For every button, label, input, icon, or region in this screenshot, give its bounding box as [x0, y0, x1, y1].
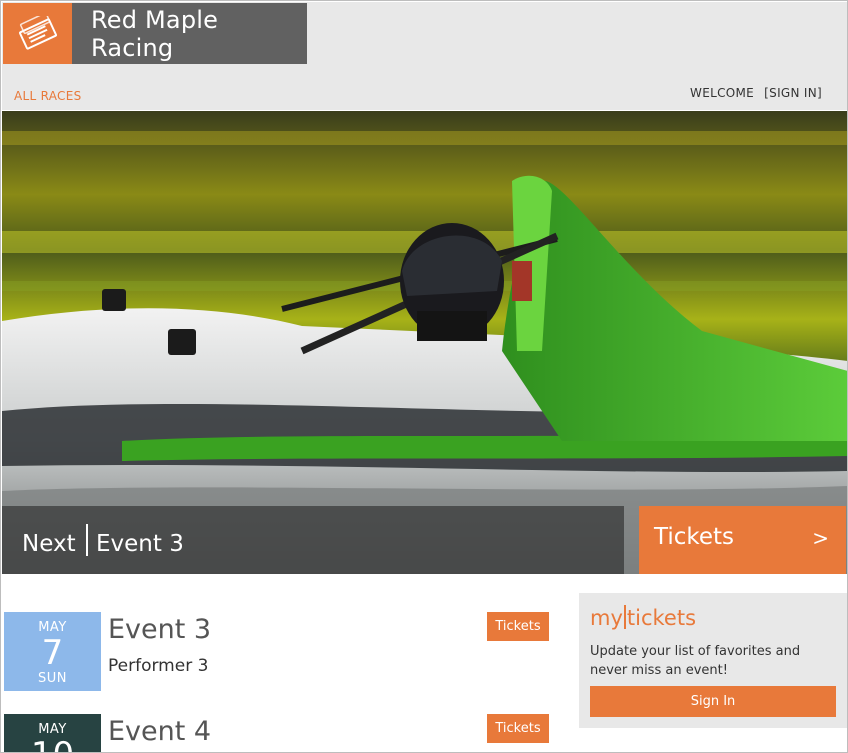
app-title-box[interactable]: Red Maple Racing — [72, 3, 307, 64]
my-tickets-logo-my: my — [590, 606, 623, 630]
chevron-right-icon: > — [812, 526, 829, 550]
event-performer: Performer 3 — [108, 656, 209, 676]
my-tickets-panel: my tickets Update your list of favorites … — [579, 593, 847, 728]
next-event-title[interactable]: Event 3 — [96, 531, 184, 557]
next-divider — [86, 524, 88, 556]
race-car-image — [2, 111, 847, 574]
welcome-text: WELCOME — [690, 86, 755, 100]
hero-banner: Next Event 3 Tickets > — [2, 111, 847, 574]
app-title: Red Maple Racing — [91, 5, 219, 62]
logo[interactable] — [3, 3, 72, 64]
date-day: 10 — [4, 737, 101, 752]
my-tickets-description: Update your list of favorites and never … — [590, 644, 801, 678]
hero-tickets-button[interactable]: Tickets > — [639, 506, 846, 574]
my-tickets-logo: my tickets — [590, 605, 696, 630]
sign-in-link[interactable]: [SIGN IN] — [764, 86, 822, 100]
date-day: 7 — [41, 633, 64, 673]
event-tickets-button[interactable]: Tickets — [487, 612, 549, 641]
date-box: MAY 10 — [4, 714, 101, 752]
date-weekday: SUN — [38, 671, 67, 686]
my-tickets-logo-tickets: tickets — [626, 606, 697, 630]
event-item: MAY 7 SUN Event 3 Performer 3 Tickets — [2, 612, 562, 692]
nav-all-races[interactable]: ALL RACES — [14, 89, 82, 103]
next-label: Next — [22, 531, 76, 557]
event-title[interactable]: Event 4 — [108, 716, 211, 747]
logo-divider — [623, 605, 626, 629]
event-item: MAY 10 Event 4 Tickets — [2, 714, 562, 752]
event-tickets-button[interactable]: Tickets — [487, 714, 549, 743]
hero-tickets-label: Tickets — [654, 524, 735, 550]
ticket-icon — [18, 15, 57, 50]
app-frame: Red Maple Racing ALL RACES WELCOME [SIGN… — [0, 0, 848, 753]
sign-in-button[interactable]: Sign In — [590, 686, 836, 717]
welcome-area: WELCOME [SIGN IN] — [690, 86, 822, 100]
date-box: MAY 7 SUN — [4, 612, 101, 691]
event-title[interactable]: Event 3 — [108, 614, 211, 645]
